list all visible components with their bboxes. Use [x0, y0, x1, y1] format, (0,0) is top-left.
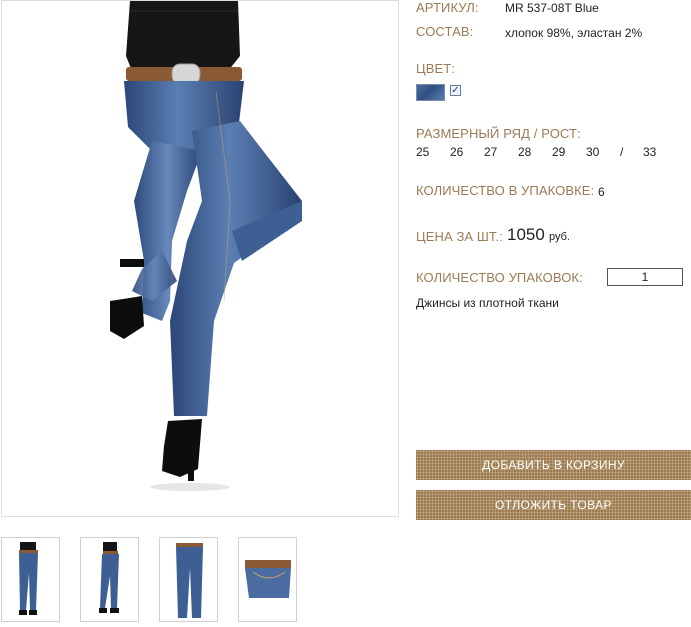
price-currency: руб. — [549, 231, 570, 243]
thumbnail-front-view[interactable] — [1, 537, 60, 622]
price-value: 1050 — [507, 225, 545, 244]
size-separator: / — [620, 145, 624, 159]
product-description: Джинсы из плотной ткани — [416, 296, 559, 310]
article-label: АРТИКУЛ: — [416, 0, 479, 15]
pack-quantity-value: 6 — [598, 185, 605, 199]
sizes-label: РАЗМЕРНЫЙ РЯД / РОСТ: — [416, 126, 581, 141]
thumbnail-detail-image — [245, 560, 291, 598]
add-to-cart-button[interactable]: ДОБАВИТЬ В КОРЗИНУ — [416, 450, 691, 480]
color-label: ЦВЕТ: — [416, 61, 456, 76]
size-option: 33 — [643, 145, 657, 159]
packs-label: КОЛИЧЕСТВО УПАКОВОК: — [416, 270, 583, 285]
thumbnail-flat-front[interactable] — [159, 537, 218, 622]
color-checkbox[interactable]: ✓ — [450, 85, 461, 96]
jeans-model-illustration — [110, 1, 302, 491]
thumbnail-front-image — [19, 542, 38, 615]
color-swatch[interactable] — [416, 84, 445, 101]
size-option: 28 — [518, 145, 532, 159]
packs-quantity-input[interactable] — [607, 268, 683, 286]
main-product-photo — [1, 0, 399, 517]
article-value: MR 537-08T Blue — [505, 1, 599, 15]
size-option: 30 — [586, 145, 600, 159]
size-option: 29 — [552, 145, 566, 159]
thumbnail-side-view[interactable] — [80, 537, 139, 622]
size-option: 26 — [450, 145, 464, 159]
postpone-button[interactable]: ОТЛОЖИТЬ ТОВАР — [416, 490, 691, 520]
thumbnail-waist-detail[interactable] — [238, 537, 297, 622]
size-option: 25 — [416, 145, 430, 159]
pack-quantity-label: КОЛИЧЕСТВО В УПАКОВКЕ: — [416, 183, 595, 198]
price-label: ЦЕНА ЗА ШТ.: — [416, 229, 503, 244]
thumbnail-flat-image — [176, 543, 203, 618]
composition-label: СОСТАВ: — [416, 24, 474, 39]
composition-value: хлопок 98%, эластан 2% — [505, 26, 643, 40]
size-option: 27 — [484, 145, 498, 159]
thumbnail-side-image — [99, 542, 119, 613]
